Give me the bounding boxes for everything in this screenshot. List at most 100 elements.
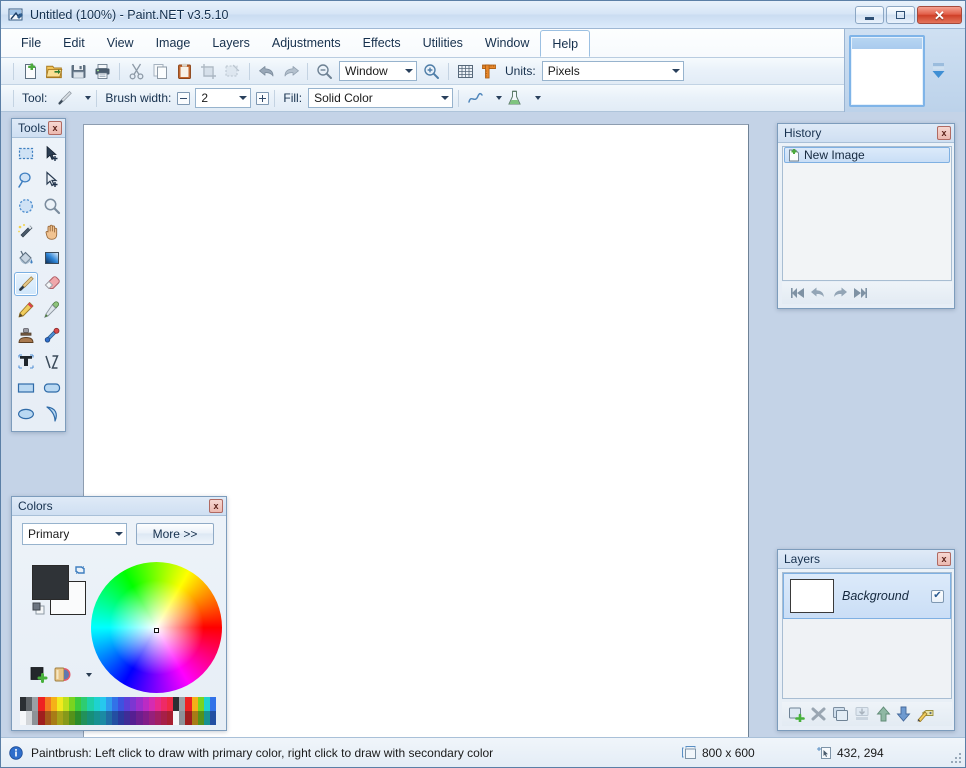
copy-button[interactable] [149,60,172,82]
zoom-out-button[interactable] [313,60,336,82]
tool-recolor[interactable] [40,324,64,348]
duplicate-layer-button[interactable] [832,706,849,722]
layer-visibility-checkbox[interactable]: ✔ [931,590,944,603]
tool-ellipse-select[interactable] [14,194,38,218]
menu-edit[interactable]: Edit [52,29,96,57]
move-layer-down-button[interactable] [896,706,911,722]
zoom-level-combo[interactable]: Window [339,61,417,81]
more-button[interactable]: More >> [136,523,214,545]
tool-rectangle-select[interactable] [14,142,38,166]
redo-button[interactable] [279,60,302,82]
blend-mode-button[interactable] [503,87,526,109]
menu-help[interactable]: Help [540,30,590,57]
cut-button[interactable] [125,60,148,82]
palette-icon[interactable] [54,666,72,684]
history-redo-button[interactable] [831,286,848,300]
color-wheel-cursor[interactable] [154,628,159,633]
tools-palette-titlebar[interactable]: Tools x [12,119,65,138]
history-forward-all-button[interactable] [852,286,868,300]
tool-paint-bucket[interactable] [14,246,38,270]
merge-layer-down-button[interactable] [854,706,871,722]
print-image-button[interactable] [91,60,114,82]
image-thumbnail-untitled[interactable] [849,35,925,107]
tool-ellipse[interactable] [14,402,38,426]
chevron-down-icon[interactable] [86,673,92,677]
brush-width-combo[interactable]: 2 [195,88,251,108]
tool-zoom[interactable] [40,194,64,218]
layer-row[interactable]: Background ✔ [783,573,951,619]
close-icon[interactable]: x [937,126,951,140]
tool-magic-wand[interactable] [14,220,38,244]
tool-color-picker[interactable] [40,298,64,322]
fill-combo[interactable]: Solid Color [308,88,453,108]
palette-swatch[interactable] [210,697,216,711]
close-icon[interactable]: x [48,121,62,135]
tool-pencil[interactable] [14,298,38,322]
deselect-all-button[interactable] [221,60,244,82]
menu-layers[interactable]: Layers [201,29,261,57]
antialiasing-dropdown-button[interactable] [488,87,502,109]
layers-palette-titlebar[interactable]: Layers x [778,550,954,569]
history-undo-button[interactable] [810,286,827,300]
color-palette-swatches[interactable] [20,697,216,725]
undo-button[interactable] [255,60,278,82]
brush-width-decrease-button[interactable] [177,92,190,105]
units-combo[interactable]: Pixels [542,61,684,81]
menu-file[interactable]: File [10,29,52,57]
color-mode-combo[interactable]: Primary [22,523,127,545]
palette-swatch[interactable] [210,711,216,725]
tool-text[interactable] [14,350,38,374]
maximize-button[interactable] [886,6,915,24]
color-wheel[interactable] [91,562,222,693]
thumbnail-scroll-down-button[interactable] [931,61,946,80]
menu-image[interactable]: Image [145,29,202,57]
brush-width-increase-button[interactable] [256,92,269,105]
show-grid-button[interactable] [454,60,477,82]
history-rewind-all-button[interactable] [790,286,806,300]
save-image-button[interactable] [67,60,90,82]
layer-properties-button[interactable] [916,706,935,722]
layers-list[interactable]: Background ✔ [782,572,952,699]
tool-move-selected[interactable] [40,142,64,166]
menu-utilities[interactable]: Utilities [412,29,474,57]
history-palette-titlebar[interactable]: History x [778,124,954,143]
tool-dropdown-button[interactable] [77,87,91,109]
tool-gradient[interactable] [40,246,64,270]
tool-paintbrush[interactable] [14,272,38,296]
tool-line-curve[interactable] [40,350,64,374]
tool-rounded-rectangle[interactable] [40,376,64,400]
zoom-in-button[interactable] [420,60,443,82]
close-button[interactable]: ✕ [917,6,962,24]
crop-to-selection-button[interactable] [197,60,220,82]
tool-rectangle[interactable] [14,376,38,400]
blend-mode-dropdown-button[interactable] [527,87,541,109]
history-item-new-image[interactable]: New Image [784,147,950,163]
open-image-button[interactable] [43,60,66,82]
move-layer-up-button[interactable] [876,706,891,722]
reset-colors-icon[interactable] [32,601,48,617]
close-icon[interactable]: x [937,552,951,566]
tool-move-selection[interactable] [40,168,64,192]
minimize-button[interactable] [855,6,884,24]
menu-effects[interactable]: Effects [352,29,412,57]
menu-adjustments[interactable]: Adjustments [261,29,352,57]
tool-freeform-shape[interactable] [40,402,64,426]
primary-color-swatch[interactable] [32,565,69,600]
antialiasing-button[interactable] [464,87,487,109]
menu-window[interactable]: Window [474,29,540,57]
tool-lasso-select[interactable] [14,168,38,192]
paste-button[interactable] [173,60,196,82]
current-tool-button[interactable] [53,87,76,109]
delete-layer-button[interactable] [810,706,827,722]
history-list[interactable]: New Image [782,146,952,281]
colors-palette-titlebar[interactable]: Colors x [12,497,226,516]
new-image-button[interactable] [19,60,42,82]
tool-eraser[interactable] [40,272,64,296]
tool-pan[interactable] [40,220,64,244]
swap-colors-icon[interactable] [73,563,87,577]
show-rulers-button[interactable] [478,60,501,82]
add-new-layer-button[interactable] [788,706,805,722]
close-icon[interactable]: x [209,499,223,513]
tool-clone-stamp[interactable] [14,324,38,348]
add-to-palette-icon[interactable] [30,666,48,684]
